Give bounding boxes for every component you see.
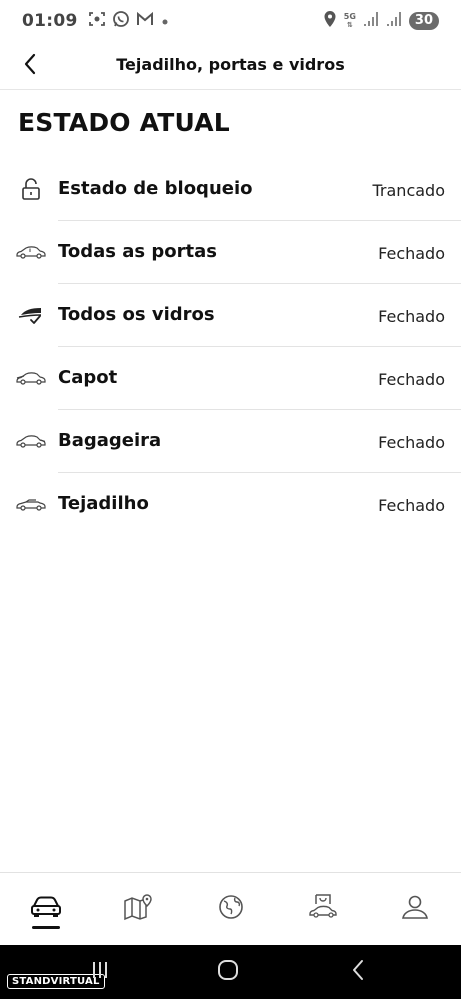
screenshot-icon (88, 10, 106, 32)
map-pin-icon (122, 893, 154, 925)
status-bar: 01:09 5G ⇅ 30 (0, 0, 461, 42)
battery-indicator: 30 (408, 12, 439, 30)
row-value: Fechado (378, 370, 445, 389)
lock-icon (16, 176, 46, 202)
recents-icon (90, 961, 110, 983)
nav-item-vehicle[interactable] (0, 873, 92, 945)
row-value: Fechado (378, 433, 445, 452)
globe-icon (218, 894, 244, 924)
back-icon (350, 959, 366, 985)
row-label: Estado de bloqueio (58, 178, 253, 199)
signal-icon (363, 11, 379, 31)
signal-icon (386, 11, 402, 31)
row-value: Fechado (378, 307, 445, 326)
system-back-button[interactable] (344, 959, 372, 985)
active-indicator (32, 926, 61, 929)
recents-button[interactable] (86, 959, 114, 985)
location-icon (323, 10, 337, 32)
nav-item-map[interactable] (92, 873, 184, 945)
status-row-doors[interactable]: Todas as portas Fechado (0, 221, 461, 284)
status-row-windows[interactable]: Todos os vidros Fechado (0, 284, 461, 347)
page-title: Tejadilho, portas e vidros (116, 55, 345, 74)
status-list: Estado de bloqueio Trancado Todas as por… (0, 158, 461, 536)
window-check-icon (16, 302, 46, 328)
car-front-icon (30, 896, 62, 922)
whatsapp-icon (112, 10, 130, 32)
car-shop-icon (307, 893, 339, 925)
home-button[interactable] (214, 959, 242, 985)
car-hood-icon (16, 365, 46, 391)
row-value: Trancado (372, 181, 446, 200)
home-icon (217, 959, 239, 985)
row-value: Fechado (378, 244, 445, 263)
network-icon: 5G ⇅ (343, 12, 356, 30)
car-trunk-icon (16, 428, 46, 454)
status-right: 5G ⇅ 30 (323, 0, 439, 42)
bottom-nav (0, 872, 461, 945)
status-row-lock[interactable]: Estado de bloqueio Trancado (0, 158, 461, 221)
nav-item-shop[interactable] (277, 873, 369, 945)
status-time: 01:09 (22, 11, 78, 31)
status-row-hood[interactable]: Capot Fechado (0, 347, 461, 410)
profile-icon (401, 894, 429, 924)
app-header: Tejadilho, portas e vidros (0, 42, 461, 90)
system-nav-bar: STANDVIRTUAL (0, 945, 461, 999)
row-label: Capot (58, 367, 118, 388)
row-label: Todas as portas (58, 241, 217, 262)
car-doors-icon (16, 239, 46, 265)
row-label: Tejadilho (58, 493, 149, 514)
nav-item-globe[interactable] (184, 873, 276, 945)
row-value: Fechado (378, 496, 445, 515)
dot-icon (160, 12, 170, 31)
nav-item-profile[interactable] (369, 873, 461, 945)
notification-icons (88, 10, 170, 32)
network-label: 5G (343, 12, 356, 21)
gmail-icon (136, 11, 154, 31)
row-label: Bagageira (58, 430, 162, 451)
car-roof-icon (16, 491, 46, 517)
status-row-trunk[interactable]: Bagageira Fechado (0, 410, 461, 473)
row-label: Todos os vidros (58, 304, 215, 325)
status-row-roof[interactable]: Tejadilho Fechado (0, 473, 461, 536)
section-title: ESTADO ATUAL (18, 108, 230, 137)
